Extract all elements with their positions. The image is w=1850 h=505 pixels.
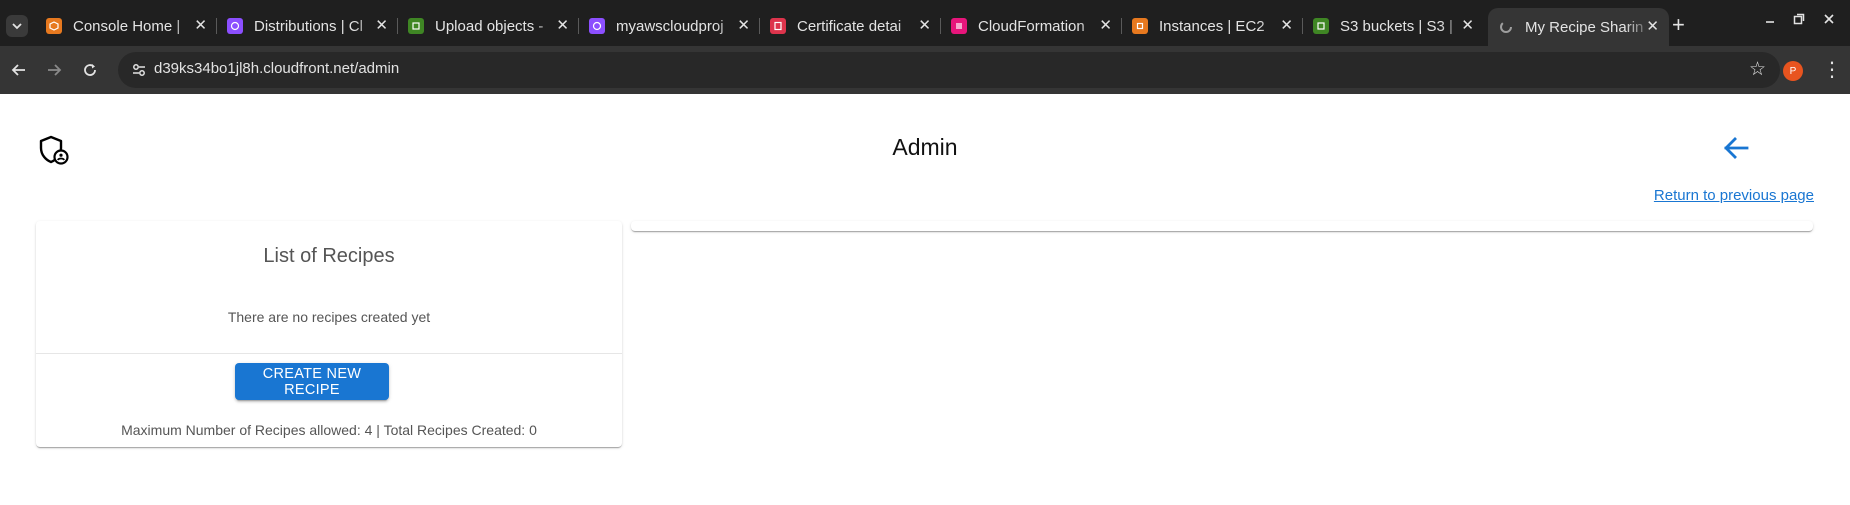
tab-title: Distributions | Cl bbox=[254, 17, 363, 35]
forward-icon[interactable] bbox=[40, 56, 68, 84]
close-tab-icon[interactable]: ✕ bbox=[1646, 18, 1659, 36]
tab-title: Console Home | bbox=[73, 17, 181, 35]
recipe-quota-text: Maximum Number of Recipes allowed: 4 | T… bbox=[121, 422, 537, 438]
tab-title: myawscloudproj bbox=[616, 17, 724, 35]
bookmark-star-icon[interactable]: ☆ bbox=[1749, 58, 1766, 81]
close-tab-icon[interactable]: ✕ bbox=[1099, 17, 1112, 35]
cloudfront-icon bbox=[227, 18, 243, 34]
browser-tab[interactable]: S3 buckets | S3 | ✕ bbox=[1303, 11, 1484, 41]
browser-tab[interactable]: CloudFormation ✕ bbox=[941, 11, 1122, 41]
close-tab-icon[interactable]: ✕ bbox=[737, 17, 750, 35]
browser-tab[interactable]: Certificate detai ✕ bbox=[760, 11, 941, 41]
browser-tab-active[interactable]: My Recipe Sharin ✕ bbox=[1488, 8, 1669, 46]
close-window-icon[interactable] bbox=[1822, 12, 1836, 31]
profile-avatar[interactable]: P bbox=[1783, 61, 1803, 81]
restore-window-icon[interactable] bbox=[1792, 12, 1806, 31]
address-bar[interactable]: d39ks34bo1jl8h.cloudfront.net/admin ☆ bbox=[118, 52, 1780, 88]
tab-title: S3 buckets | S3 | bbox=[1340, 17, 1453, 35]
reload-icon[interactable] bbox=[76, 56, 104, 84]
spinner-icon bbox=[1498, 19, 1514, 35]
s3-icon bbox=[1313, 18, 1329, 34]
browser-tab[interactable]: Instances | EC2 ✕ bbox=[1122, 11, 1303, 41]
page-title: Admin bbox=[892, 134, 958, 160]
browser-tab[interactable]: Upload objects - ✕ bbox=[398, 11, 579, 41]
tab-search-button[interactable] bbox=[6, 15, 28, 37]
create-new-recipe-button[interactable]: CREATE NEW RECIPE bbox=[235, 363, 389, 400]
tab-title: Instances | EC2 bbox=[1159, 17, 1265, 35]
close-tab-icon[interactable]: ✕ bbox=[918, 17, 931, 35]
browser-tab-strip: Console Home | ✕ Distributions | Cl ✕ Up… bbox=[0, 0, 1850, 46]
aws-console-icon bbox=[46, 18, 62, 34]
close-tab-icon[interactable]: ✕ bbox=[1461, 17, 1474, 35]
recipe-detail-panel bbox=[631, 221, 1813, 231]
close-tab-icon[interactable]: ✕ bbox=[556, 17, 569, 35]
tab-title: Upload objects - bbox=[435, 17, 544, 35]
tab-title: CloudFormation bbox=[978, 17, 1085, 35]
cloudfront-icon bbox=[589, 18, 605, 34]
cloudformation-icon bbox=[951, 18, 967, 34]
back-icon[interactable] bbox=[5, 56, 33, 84]
admin-page: Admin Return to previous page List of Re… bbox=[0, 94, 1850, 505]
close-tab-icon[interactable]: ✕ bbox=[194, 17, 207, 35]
browser-toolbar: d39ks34bo1jl8h.cloudfront.net/admin ☆ P … bbox=[0, 46, 1850, 94]
close-tab-icon[interactable]: ✕ bbox=[375, 17, 388, 35]
browser-tab[interactable]: Distributions | Cl ✕ bbox=[217, 11, 398, 41]
site-settings-icon[interactable] bbox=[130, 61, 148, 79]
browser-tab[interactable]: Console Home | ✕ bbox=[36, 11, 217, 41]
arrow-left-icon[interactable] bbox=[1720, 132, 1752, 164]
chevron-down-icon bbox=[12, 23, 22, 30]
s3-icon bbox=[408, 18, 424, 34]
new-tab-button[interactable]: + bbox=[1672, 14, 1685, 36]
tab-title: Certificate detai bbox=[797, 17, 902, 35]
recipe-list-card: List of Recipes There are no recipes cre… bbox=[36, 221, 622, 447]
url-text[interactable]: d39ks34bo1jl8h.cloudfront.net/admin bbox=[154, 60, 399, 77]
ec2-icon bbox=[1132, 18, 1148, 34]
browser-tab[interactable]: myawscloudproj ✕ bbox=[579, 11, 760, 41]
close-tab-icon[interactable]: ✕ bbox=[1280, 17, 1293, 35]
empty-recipes-message: There are no recipes created yet bbox=[227, 309, 431, 325]
browser-menu-icon[interactable]: ⋮ bbox=[1822, 57, 1842, 82]
recipe-list-title: List of Recipes bbox=[263, 245, 395, 267]
minimize-window-icon[interactable] bbox=[1763, 12, 1777, 31]
acm-icon bbox=[770, 18, 786, 34]
card-divider bbox=[36, 353, 622, 354]
tab-title: My Recipe Sharin bbox=[1525, 18, 1644, 36]
return-to-previous-link[interactable]: Return to previous page bbox=[1654, 187, 1814, 204]
